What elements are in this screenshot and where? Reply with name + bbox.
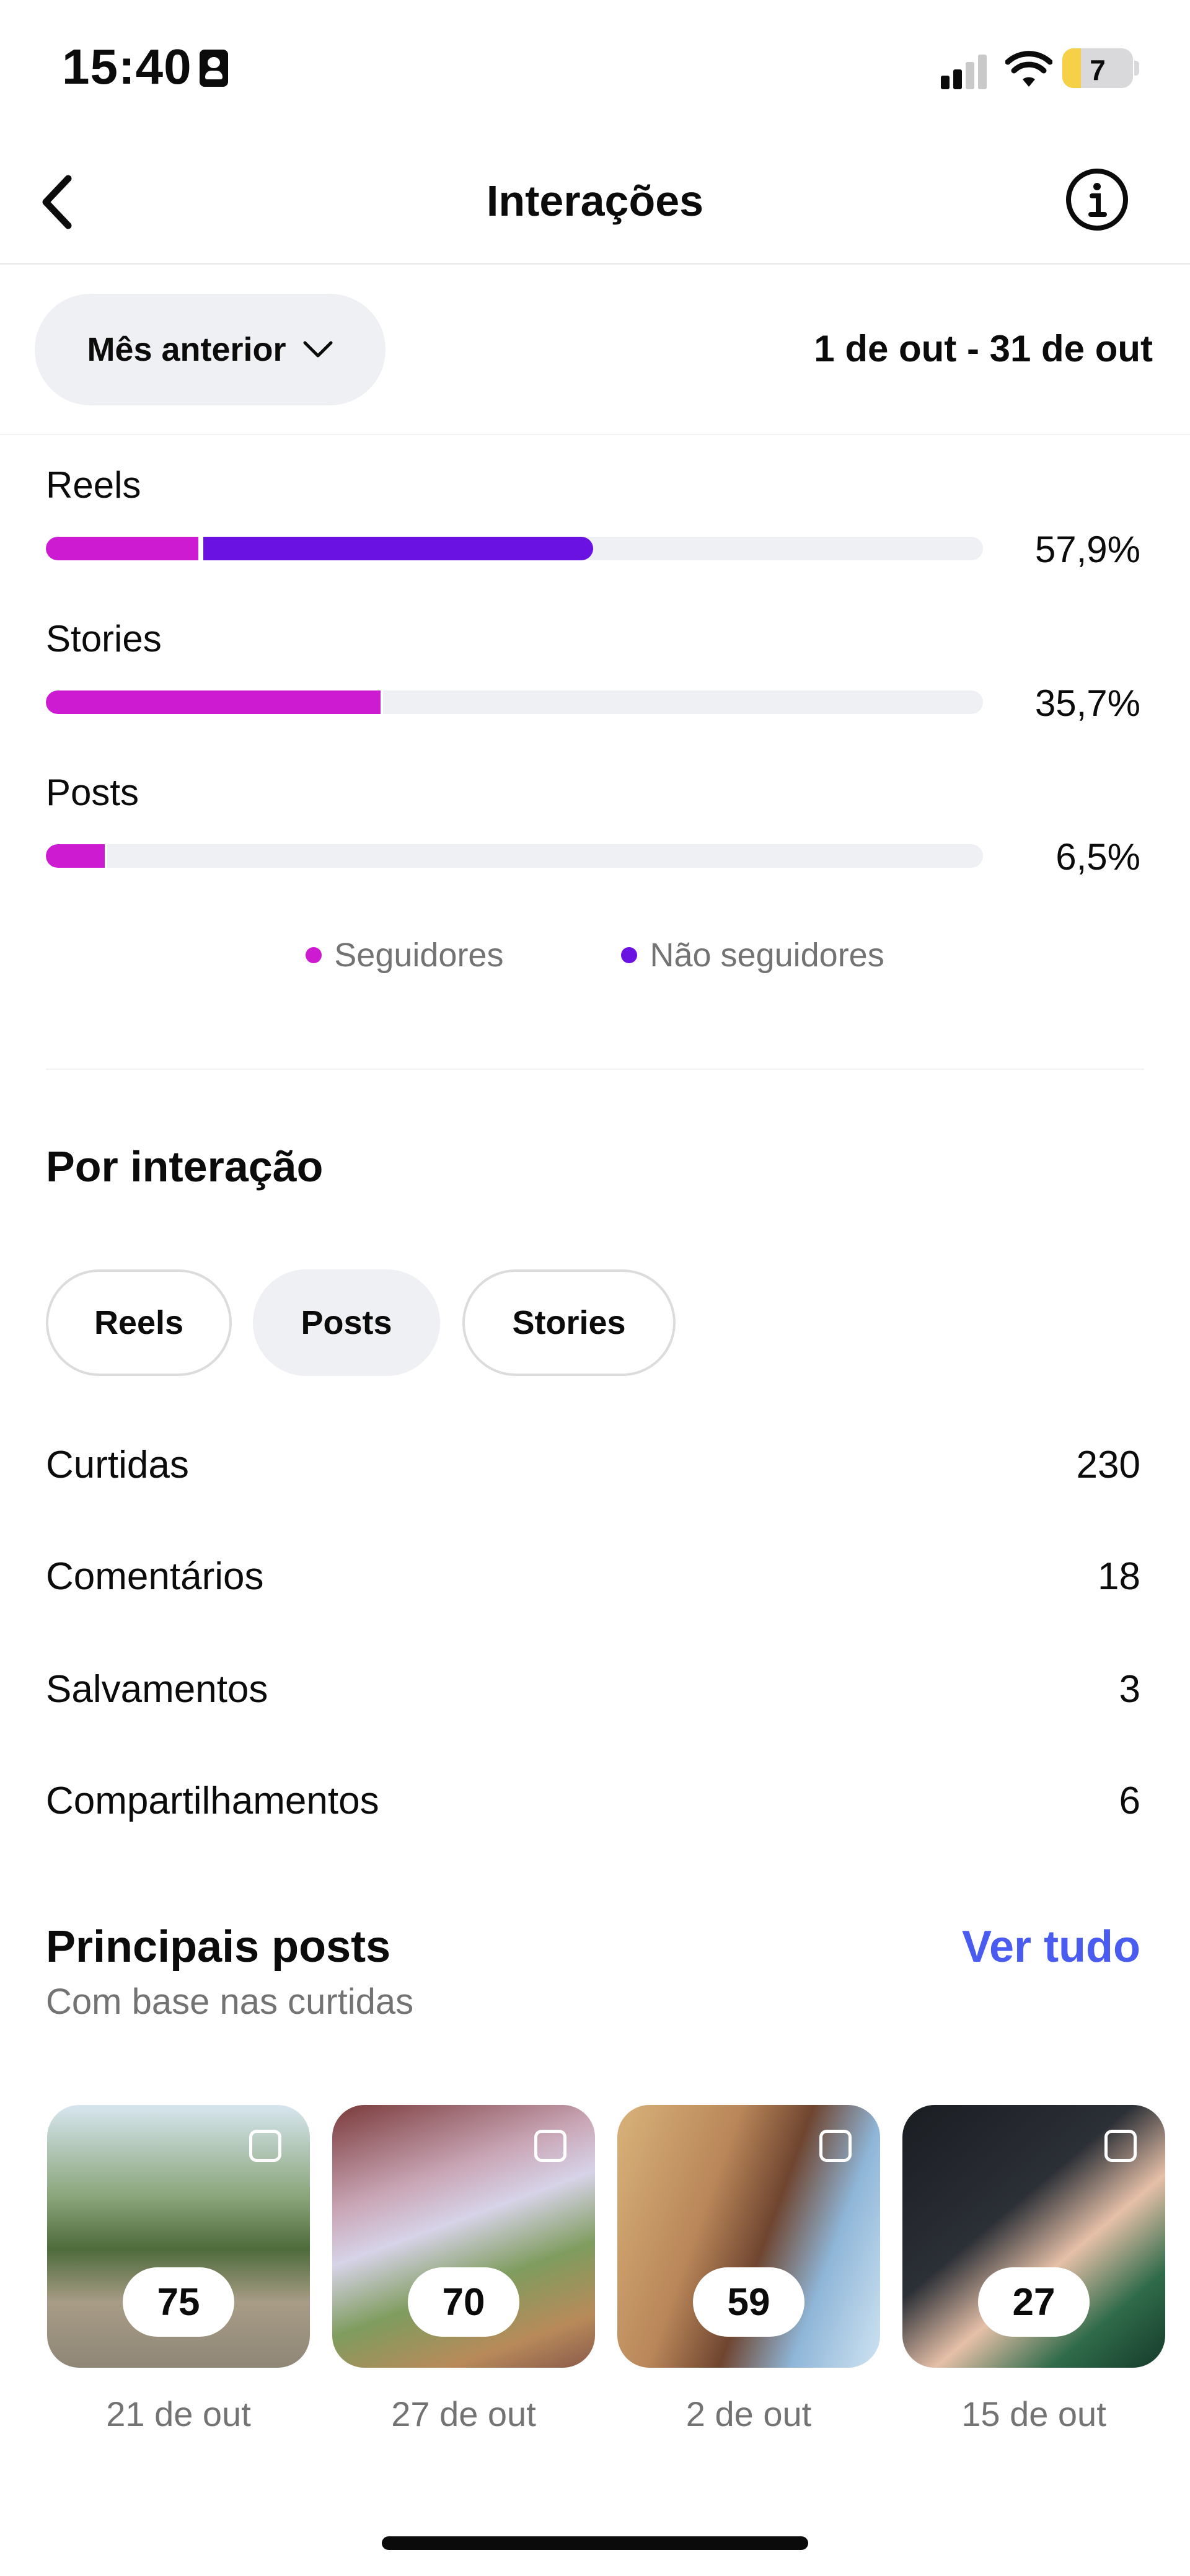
- bar-separator: [198, 537, 203, 560]
- post-date: 2 de out: [685, 2394, 812, 2433]
- tab-posts[interactable]: Posts: [253, 1269, 440, 1376]
- period-dropdown-label: Mês anterior: [87, 331, 286, 368]
- post-like-count: 59: [693, 2267, 804, 2337]
- tab-label: Stories: [512, 1304, 626, 1341]
- metric-label-likes: Curtidas: [46, 1444, 189, 1486]
- top-post-thumbnail[interactable]: 27: [902, 2105, 1165, 2368]
- battery-cap: [1134, 61, 1139, 76]
- legend-item-followers: Seguidores: [306, 936, 503, 974]
- bar-separator: [105, 844, 107, 868]
- breakdown-percent-posts: 6,5%: [1056, 836, 1140, 878]
- breakdown-bar-reels: [46, 537, 983, 560]
- chart-legend: Seguidores Não seguidores: [0, 936, 1190, 974]
- post-date: 21 de out: [106, 2394, 251, 2433]
- contact-card-icon: [200, 50, 228, 87]
- metric-value-comments: 18: [1098, 1555, 1140, 1598]
- page-title: Interações: [486, 177, 704, 225]
- breakdown-label-stories: Stories: [46, 618, 162, 659]
- metric-value-saves: 3: [1119, 1668, 1140, 1711]
- legend-item-non-followers: Não seguidores: [621, 936, 884, 974]
- header-divider: [0, 263, 1190, 265]
- select-checkbox-icon[interactable]: [249, 2130, 281, 2162]
- breakdown-percent-stories: 35,7%: [1034, 682, 1140, 724]
- post-date: 27 de out: [391, 2394, 536, 2433]
- post-like-count: 70: [408, 2267, 519, 2337]
- legend-dot-non-followers: [621, 947, 638, 963]
- date-range: 1 de out - 31 de out: [814, 328, 1153, 369]
- bar-followers-segment: [46, 690, 381, 714]
- legend-label-non-followers: Não seguidores: [650, 937, 884, 974]
- select-checkbox-icon[interactable]: [1104, 2130, 1137, 2162]
- breakdown-bar-stories: [46, 690, 983, 714]
- post-like-count: 27: [978, 2267, 1090, 2337]
- bar-non-followers-segment: [203, 537, 593, 560]
- post-date: 15 de out: [961, 2394, 1106, 2433]
- tab-stories[interactable]: Stories: [462, 1269, 676, 1376]
- top-post-thumbnail[interactable]: 75: [47, 2105, 310, 2368]
- legend-label-followers: Seguidores: [334, 937, 504, 974]
- battery-icon: 7: [1062, 48, 1133, 88]
- section-title-top-posts: Principais posts: [46, 1922, 391, 1972]
- see-all-link[interactable]: Ver tudo: [962, 1921, 1140, 1972]
- breakdown-label-reels: Reels: [46, 464, 141, 506]
- breakdown-percent-reels: 57,9%: [1034, 529, 1140, 570]
- home-indicator: [382, 2536, 808, 2550]
- info-icon[interactable]: [1065, 167, 1129, 232]
- cellular-signal-icon: [941, 55, 987, 89]
- period-divider: [0, 434, 1190, 435]
- tab-label: Posts: [301, 1304, 392, 1341]
- breakdown-label-posts: Posts: [46, 772, 139, 813]
- battery-level: 7: [1090, 54, 1106, 86]
- metric-label-saves: Salvamentos: [46, 1668, 268, 1711]
- metric-value-shares: 6: [1119, 1780, 1140, 1822]
- wifi-icon: [1005, 51, 1052, 87]
- bar-separator: [381, 690, 383, 714]
- section-title-by-interaction: Por interação: [46, 1142, 324, 1191]
- section-divider: [46, 1069, 1144, 1070]
- top-post-thumbnail[interactable]: 70: [332, 2105, 595, 2368]
- breakdown-bar-posts: [46, 844, 983, 868]
- post-like-count: 75: [123, 2267, 234, 2337]
- metric-label-comments: Comentários: [46, 1555, 264, 1598]
- period-dropdown[interactable]: Mês anterior: [35, 294, 386, 405]
- top-post-thumbnail[interactable]: 59: [617, 2105, 880, 2368]
- metric-value-likes: 230: [1076, 1444, 1140, 1486]
- bar-followers-segment: [46, 844, 105, 868]
- status-time: 15:40: [62, 39, 192, 94]
- tab-reels[interactable]: Reels: [46, 1269, 232, 1376]
- legend-dot-followers: [306, 947, 322, 963]
- select-checkbox-icon[interactable]: [819, 2130, 852, 2162]
- select-checkbox-icon[interactable]: [534, 2130, 566, 2162]
- tab-label: Reels: [94, 1304, 184, 1341]
- metric-label-shares: Compartilhamentos: [46, 1780, 379, 1822]
- bar-followers-segment: [46, 537, 198, 560]
- section-subtitle-top-posts: Com base nas curtidas: [46, 1982, 414, 2022]
- chevron-down-icon: [303, 341, 333, 358]
